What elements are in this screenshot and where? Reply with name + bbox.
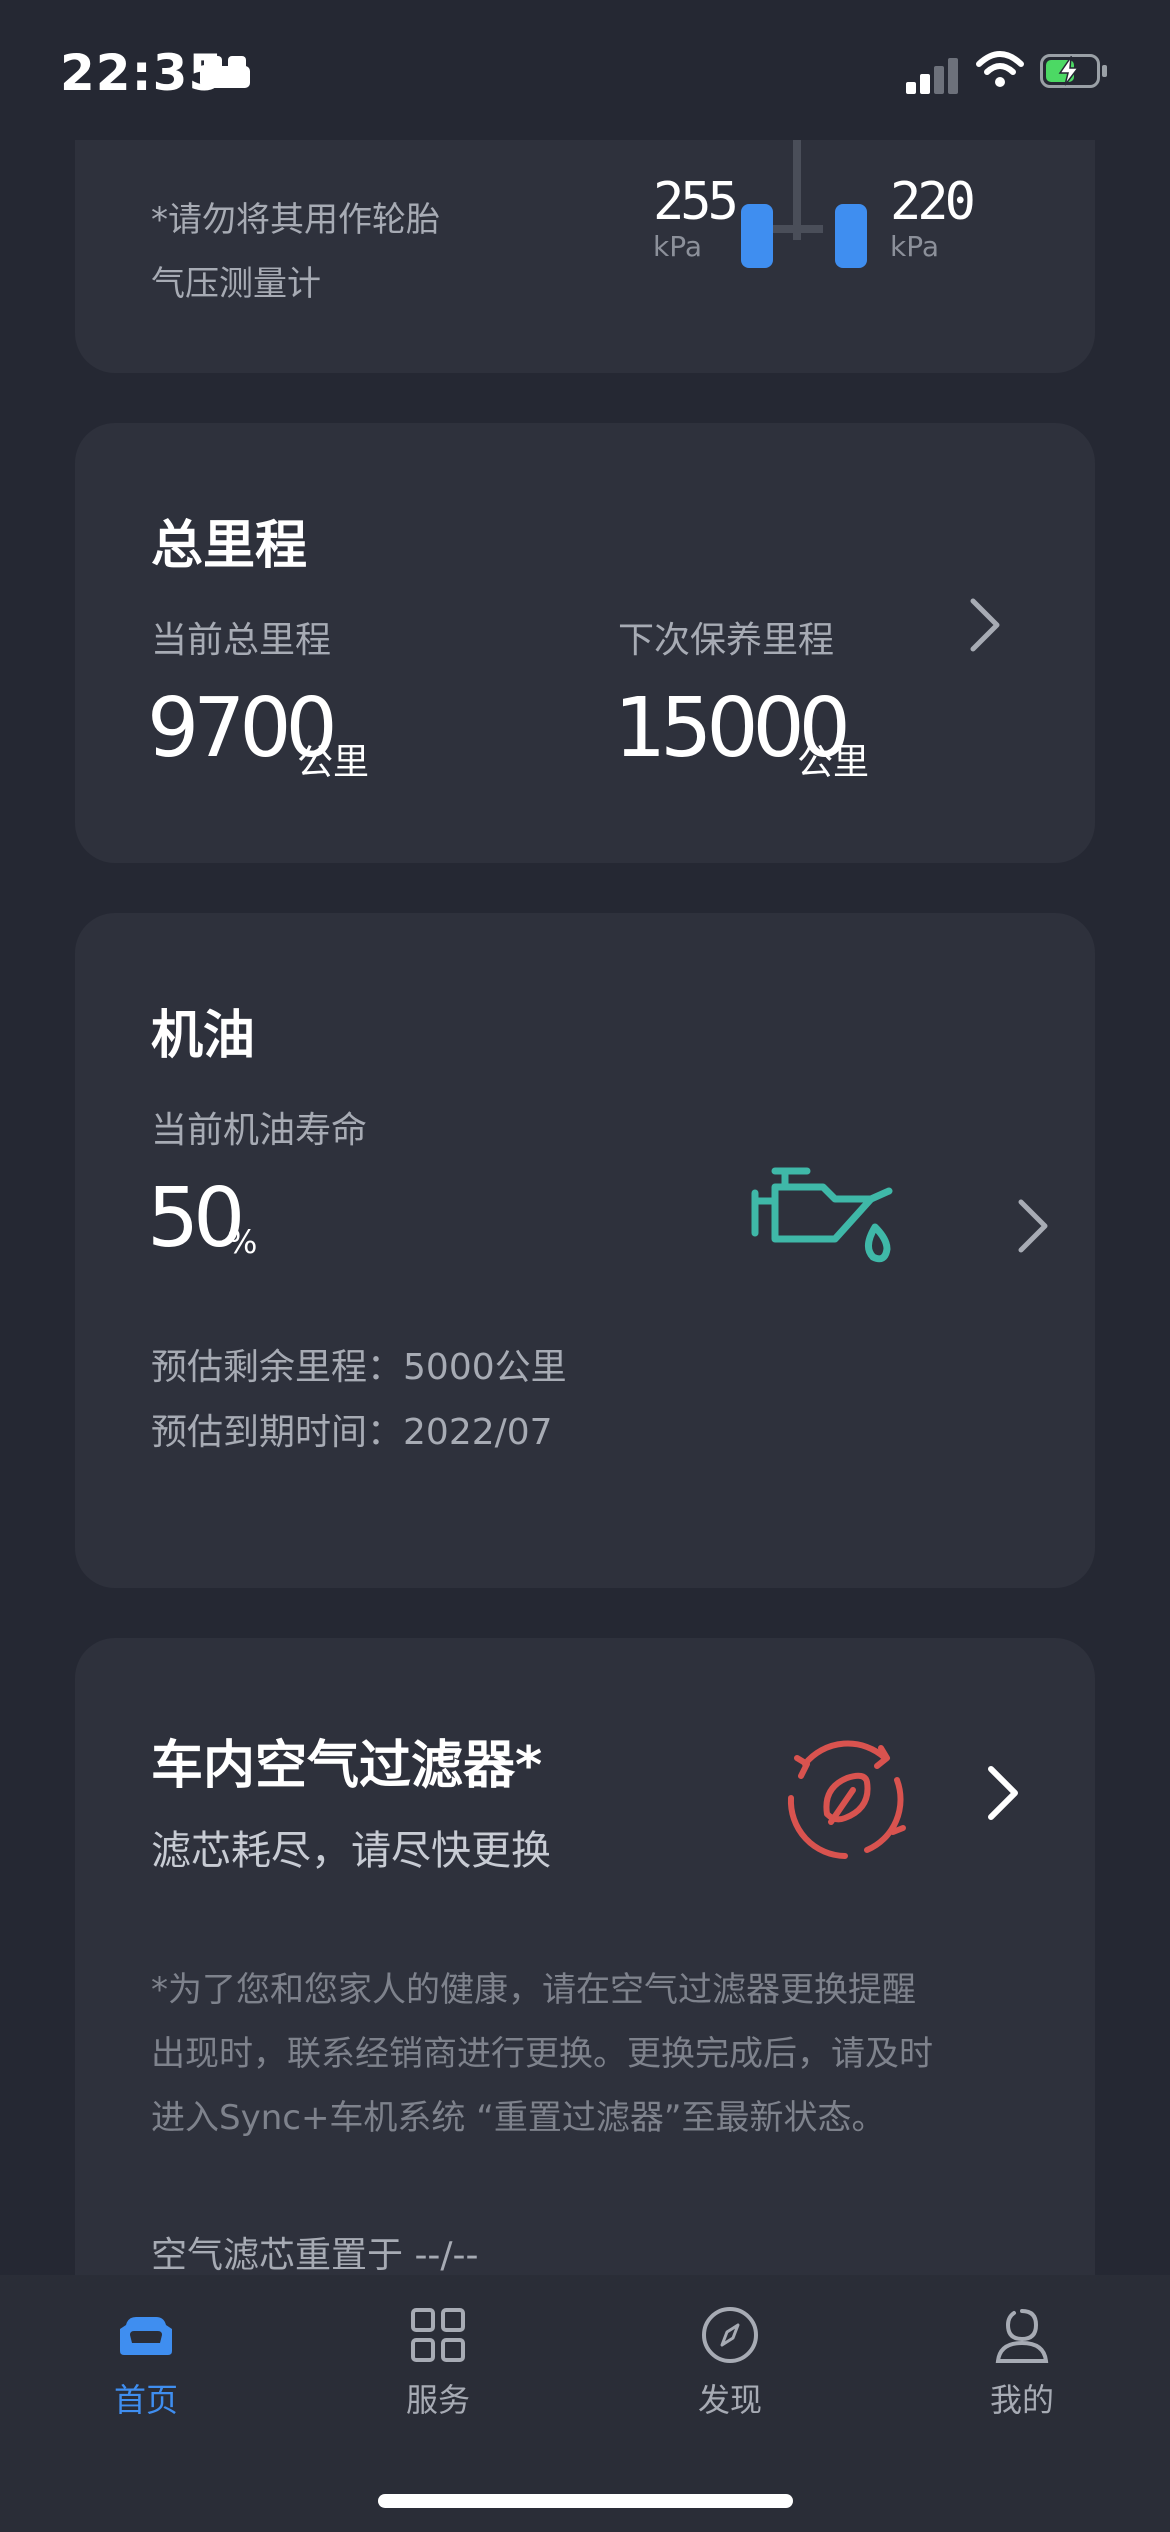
front-right-unit: kPa [890,230,939,263]
front-left-unit: kPa [653,230,702,263]
home-indicator[interactable] [378,2494,793,2508]
signal-icon [906,54,958,94]
tab-services-label: 服务 [405,2381,470,2419]
car-icon [120,2317,172,2355]
tab-discover-label: 发现 [697,2381,762,2419]
next-service-unit: 公里 [797,742,870,783]
left-tire-graphic [741,204,773,268]
right-tire-graphic [835,204,867,268]
leaf-recycle-icon [787,1740,906,1859]
tab-home[interactable]: 首页 [46,2305,246,2425]
mileage-title: 总里程 [151,516,308,576]
tire-note-line1: *请勿将其用作轮胎 [151,200,440,240]
tab-profile[interactable]: 我的 [922,2305,1122,2425]
oil-card[interactable]: 机油 当前机油寿命 50 % 预估剩余里程：5000公里 预估到期时间：2022… [75,913,1095,1588]
oil-can-icon [751,1167,893,1263]
oil-remaining-label: 预估剩余里程： [151,1347,404,1388]
tire-pressure-card[interactable]: *请勿将其用作轮胎 气压测量计 255 kPa 220 kPa [75,140,1095,373]
grid-icon [411,2308,465,2362]
oil-due-label: 预估到期时间： [151,1412,404,1453]
front-right-pressure: 220 [890,172,976,232]
air-filter-title: 车内空气过滤器* [151,1736,543,1796]
status-bar: 22:35 [0,0,1170,140]
oil-life-unit: % [227,1223,258,1261]
battery-charging-icon [1040,54,1110,90]
air-filter-status: 滤芯耗尽，请尽快更换 [151,1828,551,1874]
tab-home-label: 首页 [113,2381,178,2419]
oil-remaining-row: 预估剩余里程：5000公里 [151,1338,567,1390]
scroll-content[interactable]: *请勿将其用作轮胎 气压测量计 255 kPa 220 kPa 总里程 当前总里… [0,140,1170,2275]
air-filter-note-line3: 进入Sync+车机系统 “重置过滤器”至最新状态。 [151,2098,886,2138]
tab-profile-label: 我的 [989,2381,1054,2419]
tab-services[interactable]: 服务 [338,2305,538,2425]
front-left-pressure: 255 [653,172,739,232]
oil-due-value: 2022/07 [403,1412,553,1453]
next-service-label: 下次保养里程 [618,620,835,661]
oil-life-value: 50 [147,1171,245,1266]
bed-icon [200,56,250,90]
user-icon [995,2309,1049,2363]
air-filter-note-line2: 出现时，联系经销商进行更换。更换完成后，请及时 [151,2034,933,2074]
air-filter-note-line1: *为了您和您家人的健康，请在空气过滤器更换提醒 [151,1970,916,2010]
compass-icon [702,2307,758,2363]
oil-remaining-value: 5000公里 [403,1347,567,1388]
tire-note-line2: 气压测量计 [151,264,321,304]
air-filter-chevron-right-icon[interactable] [973,1763,1033,1823]
oil-chevron-right-icon[interactable] [1003,1196,1063,1256]
oil-life-label: 当前机油寿命 [151,1110,368,1151]
air-filter-reset-text: 空气滤芯重置于 --/-- [151,2235,479,2275]
current-mileage-unit: 公里 [297,742,370,783]
oil-due-row: 预估到期时间：2022/07 [151,1403,553,1455]
tab-discover[interactable]: 发现 [630,2305,830,2425]
mileage-card[interactable]: 总里程 当前总里程 9700 公里 下次保养里程 15000 公里 [75,423,1095,863]
mileage-chevron-right-icon[interactable] [955,595,1015,655]
wifi-icon [975,50,1025,90]
oil-title: 机油 [151,1006,256,1066]
current-mileage-label: 当前总里程 [151,620,332,661]
air-filter-card[interactable]: 车内空气过滤器* 滤芯耗尽，请尽快更换 *为了您和您家人的健康，请在空气过滤器更… [75,1638,1095,2275]
